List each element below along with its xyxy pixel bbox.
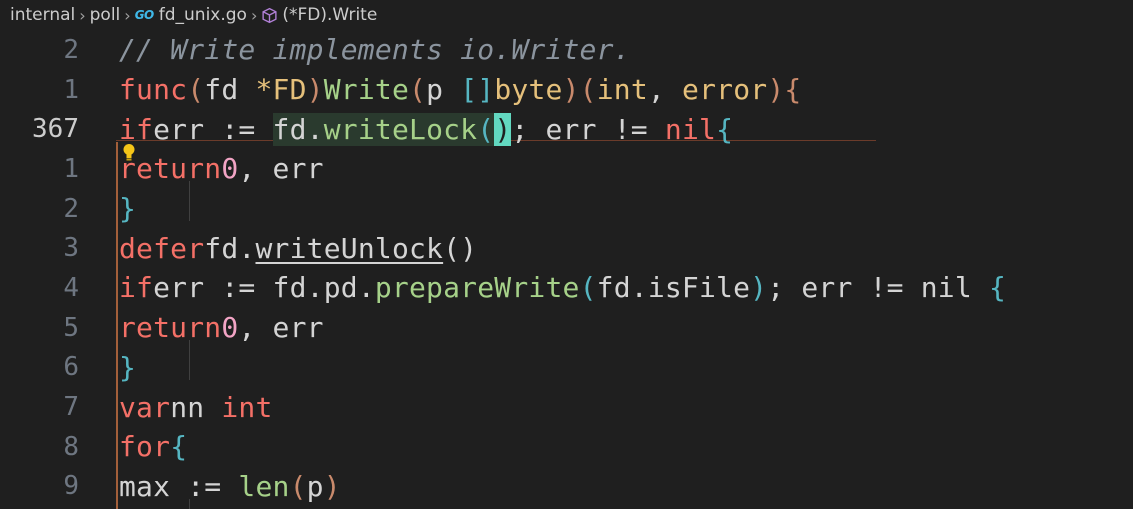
breadcrumb: internal › poll › GO fd_unix.go › (*FD).… [0, 0, 1133, 30]
comment: // Write implements io.Writer. [119, 33, 631, 67]
chevron-right-icon: › [250, 5, 258, 25]
code-text: if err := fd.writeLock(); err != nil { [119, 112, 734, 146]
code-line-active: 367 if err := fd.writeLock(); err != nil… [0, 109, 1133, 149]
code-text: var nn int [119, 390, 273, 424]
code-line: 3 defer fd. writeUnlock() [0, 228, 1133, 268]
code-line: 1 func (fd *FD) Write(p [] byte) (int, er… [0, 70, 1133, 110]
go-file-icon: GO [134, 8, 155, 22]
code-text: } [119, 350, 137, 384]
breadcrumb-item-file[interactable]: fd_unix.go [159, 5, 247, 25]
line-number: 2 [63, 193, 79, 224]
code-line: 1 return 0, err [0, 149, 1133, 189]
line-number-active: 367 [32, 114, 79, 145]
line-number: 4 [63, 272, 79, 303]
breadcrumb-item-symbol[interactable]: (*FD).Write [282, 5, 377, 25]
code-line: 2 // Write implements io.Writer. [0, 30, 1133, 70]
line-number: 8 [63, 431, 79, 462]
chevron-right-icon: › [124, 5, 131, 25]
line-number: 7 [63, 392, 79, 423]
code-line: 7 var nn int [0, 387, 1133, 427]
line-number: 1 [63, 153, 79, 184]
code-text: func (fd *FD) Write(p [] byte) (int, erro… [119, 73, 802, 107]
code-text: return 0, err [119, 311, 324, 345]
line-number: 6 [63, 352, 79, 383]
breadcrumb-item-internal[interactable]: internal [10, 5, 75, 25]
code-text: for { [119, 430, 188, 464]
code-line: 4 if err := fd.pd. prepareWrite(fd.isFile… [0, 268, 1133, 308]
code-text: max := len(p) [119, 469, 341, 503]
code-line: 5 return 0, err [0, 308, 1133, 348]
code-line: 8 for { [0, 427, 1133, 467]
breadcrumb-item-poll[interactable]: poll [90, 5, 121, 25]
line-number: 1 [63, 74, 79, 105]
method-cube-icon [262, 7, 277, 23]
line-number: 5 [63, 312, 79, 343]
code-line: 6 } [0, 348, 1133, 388]
code-text: } [119, 192, 137, 226]
code-text: if err := fd.pd. prepareWrite(fd.isFile);… [119, 271, 1007, 305]
code-line: 2 } [0, 189, 1133, 229]
code-text: // Write implements io.Writer. [119, 30, 631, 70]
line-number: 3 [63, 233, 79, 264]
code-text: defer fd. writeUnlock() [119, 231, 478, 265]
code-editor[interactable]: 2 // Write implements io.Writer. 1 func … [0, 30, 1133, 509]
chevron-right-icon: › [79, 5, 86, 25]
line-number: 2 [63, 34, 79, 65]
code-text: return 0, err [119, 152, 324, 186]
line-number: 9 [63, 471, 79, 502]
code-line: 9 max := len(p) [0, 467, 1133, 507]
